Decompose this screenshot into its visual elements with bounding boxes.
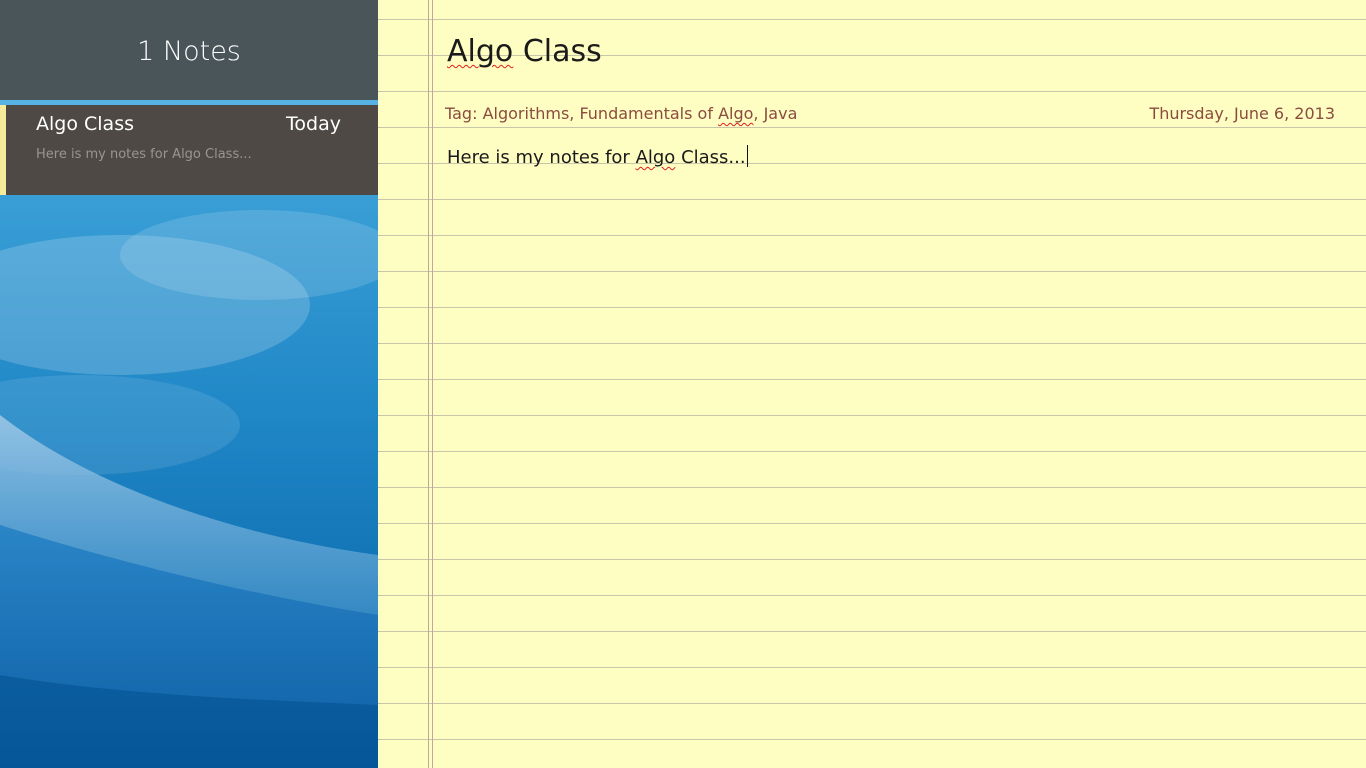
selected-note-marker <box>0 105 6 195</box>
note-body-textarea[interactable]: Here is my notes for Algo Class... <box>447 145 748 168</box>
tag-item: Java <box>763 104 798 123</box>
notes-sidebar: 1 Notes Algo Class Today Here is my note… <box>0 0 378 768</box>
note-title-field[interactable]: Algo Class <box>447 34 602 69</box>
body-text: Here is my notes for <box>447 147 630 168</box>
note-tags-field[interactable]: Tag: Algorithms, Fundamentals of Algo, J… <box>445 104 797 123</box>
tag-item: Algorithms <box>482 104 570 123</box>
sidebar-header: 1 Notes <box>0 0 378 100</box>
notes-count-title: 1 Notes <box>137 35 241 67</box>
note-title-word-misspelled: Algo <box>447 34 514 69</box>
note-item-preview: Here is my notes for Algo Class... <box>36 147 252 162</box>
tag-separator: , <box>753 104 764 123</box>
body-text-misspelled: Algo <box>635 147 676 168</box>
sky-wallpaper <box>0 210 378 768</box>
note-list-item[interactable]: Algo Class Today Here is my notes for Al… <box>0 105 378 195</box>
note-item-date: Today <box>286 113 341 135</box>
note-editor: Algo Class Tag: Algorithms, Fundamentals… <box>378 0 1366 768</box>
note-title-word: Class <box>522 34 602 69</box>
tag-item: Fundamentals of <box>579 104 713 123</box>
tag-separator: , <box>569 104 580 123</box>
body-text: Class... <box>681 147 746 168</box>
tags-label: Tag: <box>445 104 478 123</box>
note-date: Thursday, June 6, 2013 <box>1149 104 1335 123</box>
tag-item-misspelled: Algo <box>718 104 754 123</box>
notes-app: 1 Notes Algo Class Today Here is my note… <box>0 0 1366 768</box>
note-item-title: Algo Class <box>36 113 134 135</box>
text-caret <box>746 145 748 167</box>
